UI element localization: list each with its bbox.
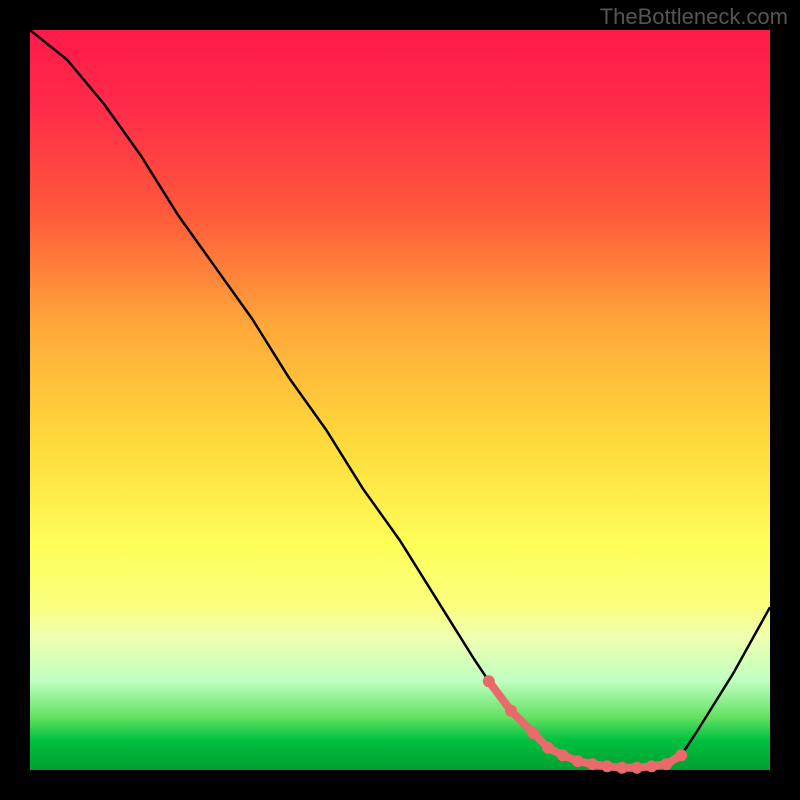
highlighted-range-point bbox=[542, 742, 554, 754]
chart-svg bbox=[30, 30, 770, 770]
highlighted-range-point bbox=[660, 758, 672, 770]
highlighted-range-point bbox=[601, 760, 613, 772]
highlighted-range-point bbox=[631, 762, 643, 774]
bottleneck-curve bbox=[30, 30, 770, 768]
highlighted-range-point bbox=[616, 762, 628, 774]
watermark-text: TheBottleneck.com bbox=[600, 4, 788, 30]
chart-plot-area bbox=[30, 30, 770, 770]
highlighted-range-point bbox=[483, 675, 495, 687]
highlighted-range-point bbox=[505, 705, 517, 717]
highlighted-range-line bbox=[489, 681, 681, 768]
highlighted-range-point bbox=[557, 749, 569, 761]
highlighted-range-point bbox=[572, 755, 584, 767]
highlighted-range-point bbox=[586, 758, 598, 770]
highlighted-range-point bbox=[527, 727, 539, 739]
highlighted-range-point bbox=[646, 760, 658, 772]
highlighted-range-point bbox=[675, 749, 687, 761]
